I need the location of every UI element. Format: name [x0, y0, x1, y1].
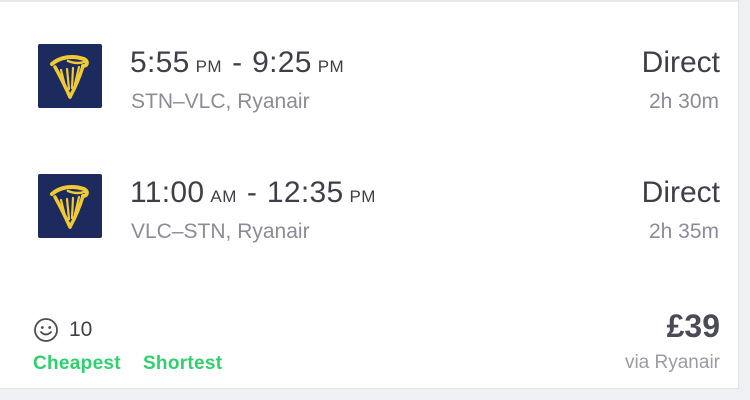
flight-duration: 2h 30m	[648, 90, 719, 113]
depart-time: 5:55	[130, 46, 190, 79]
flight-times: 5:55 PM -9:25 PM	[130, 46, 344, 80]
badge-shortest: Shortest	[142, 353, 223, 374]
time-separator: -	[232, 46, 243, 79]
stops-label: Direct	[641, 46, 720, 79]
arrive-time: 12:35	[266, 176, 344, 209]
price-amount[interactable]: £39	[667, 308, 720, 345]
score-indicator: 10	[33, 317, 92, 343]
price-provider: via Ryanair	[624, 352, 720, 373]
flight-duration: 2h 35m	[648, 220, 719, 243]
arrive-time: 9:25	[252, 46, 312, 79]
arrive-ampm: PM	[349, 187, 376, 206]
score-value: 10	[69, 318, 93, 341]
stops-label: Direct	[641, 176, 720, 209]
depart-time: 11:00	[130, 176, 205, 209]
card-top-divider	[0, 0, 738, 2]
ryanair-logo-icon	[38, 44, 102, 108]
smiley-icon	[34, 318, 58, 342]
badges: Cheapest Shortest	[33, 353, 222, 375]
arrive-ampm: PM	[317, 57, 345, 76]
badge-cheapest: Cheapest	[33, 353, 121, 374]
ryanair-logo-icon	[38, 174, 102, 238]
flight-leg-outbound: 5:55 PM -9:25 PM STN–VLC, Ryanair Direct 2h…	[0, 38, 738, 118]
flight-leg-return: 11:00 AM -12:35 PM VLC–STN, Ryanair Direct …	[0, 168, 738, 248]
time-separator: -	[246, 176, 257, 209]
flight-times: 11:00 AM -12:35 PM	[130, 176, 376, 210]
depart-ampm: AM	[210, 187, 237, 206]
route-airline: STN–VLC, Ryanair	[131, 90, 310, 113]
route-airline: VLC–STN, Ryanair	[131, 220, 310, 243]
flight-result-card[interactable]: 5:55 PM -9:25 PM STN–VLC, Ryanair Direct 2h…	[0, 0, 739, 389]
depart-ampm: PM	[195, 57, 223, 76]
